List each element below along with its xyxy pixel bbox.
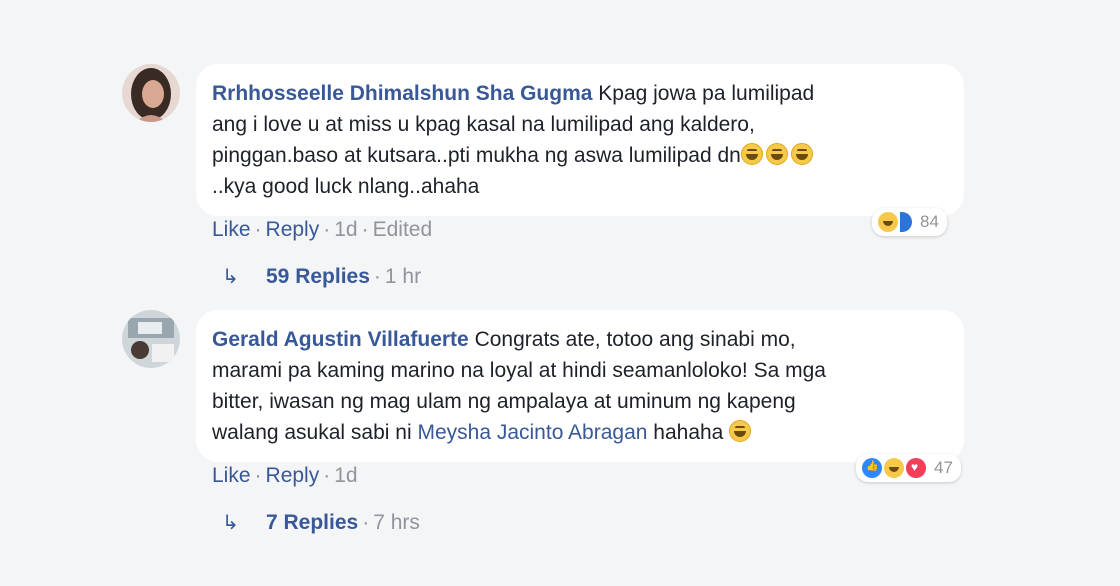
love-reaction-icon [906, 458, 926, 478]
reaction-count: 47 [934, 458, 953, 477]
comment-text: marami pa kaming marino na loyal at hind… [212, 359, 826, 382]
like-reaction-icon [862, 458, 882, 478]
like-link[interactable]: Like [212, 218, 251, 241]
replies-time: 1 hr [384, 264, 422, 288]
reaction-summary[interactable]: 84 [872, 208, 947, 236]
haha-emoji-icon [740, 143, 763, 165]
comment-bubble: Gerald Agustin Villafuerte Congrats ate,… [196, 310, 964, 462]
avatar[interactable] [122, 310, 180, 368]
reaction-count: 84 [920, 212, 939, 231]
avatar[interactable] [122, 64, 180, 122]
comment-text: pinggan.baso at kutsara..pti mukha ng as… [212, 144, 741, 167]
haha-emoji-icon [765, 143, 788, 165]
comment-text: walang asukal sabi ni [212, 421, 418, 444]
like-link[interactable]: Like [212, 464, 251, 487]
reply-arrow-icon: ↳ [222, 512, 239, 534]
comment-actions: Like · Reply · 1d · Edited [212, 218, 433, 241]
reply-link[interactable]: Reply [266, 464, 320, 487]
view-replies[interactable]: ↳ 7 Replies · 7 hrs [222, 510, 420, 535]
reply-arrow-icon: ↳ [222, 266, 239, 288]
haha-emoji-icon [729, 420, 752, 442]
haha-reaction-icon [884, 458, 904, 478]
comment-actions: Like · Reply · 1d [212, 464, 358, 487]
mention-link[interactable]: Meysha Jacinto Abragan [417, 421, 647, 444]
replies-count-link[interactable]: 59 Replies [266, 265, 370, 289]
comment-author[interactable]: Gerald Agustin Villafuerte [212, 328, 469, 351]
replies-count-link[interactable]: 7 Replies [266, 511, 358, 535]
haha-emoji-icon [790, 143, 813, 165]
reaction-summary[interactable]: 47 [856, 454, 961, 482]
comment-time[interactable]: 1d [334, 464, 357, 487]
comment-author[interactable]: Rrhhosseelle Dhimalshun Sha Gugma [212, 82, 592, 105]
reply-link[interactable]: Reply [266, 218, 320, 241]
comment-text: Kpag jowa pa lumilipad [592, 82, 815, 105]
comment-text: ang i love u at miss u kpag kasal na lum… [212, 113, 755, 136]
comment-bubble: Rrhhosseelle Dhimalshun Sha Gugma Kpag j… [196, 64, 964, 216]
view-replies[interactable]: ↳ 59 Replies · 1 hr [222, 264, 421, 289]
haha-reaction-icon [878, 212, 898, 232]
comment-text: ..kya good luck nlang..ahaha [212, 175, 480, 198]
edited-label[interactable]: Edited [373, 218, 433, 241]
comment-text: bitter, iwasan ng mag ulam ng ampalaya a… [212, 390, 796, 413]
comment-text: hahaha [647, 421, 730, 444]
wow-reaction-icon [900, 212, 912, 232]
replies-time: 7 hrs [373, 510, 420, 534]
comment-time[interactable]: 1d [334, 218, 357, 241]
comment-text: Congrats ate, totoo ang sinabi mo, [468, 328, 796, 351]
